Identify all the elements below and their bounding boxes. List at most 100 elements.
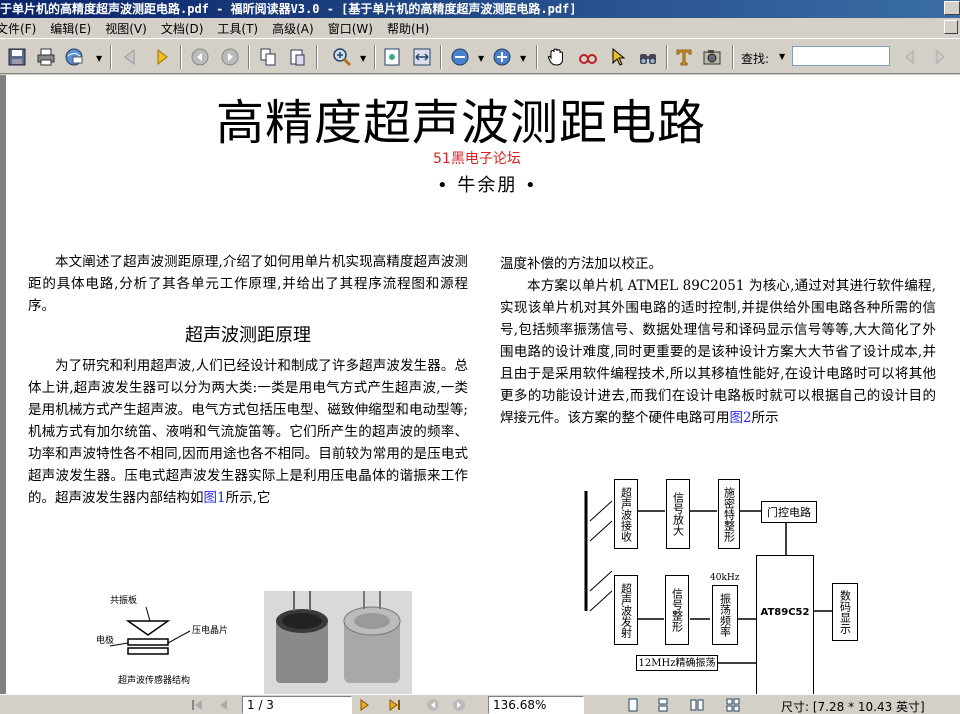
fig1-label-right: 压电晶片 <box>192 626 229 636</box>
figure1-link[interactable]: 图1 <box>204 490 226 506</box>
block-receiver: 超声波接收 <box>614 479 638 549</box>
last-page-icon[interactable] <box>386 697 404 713</box>
print-icon[interactable] <box>34 45 58 69</box>
fit-page-icon[interactable] <box>380 45 404 69</box>
facing-view-icon[interactable] <box>688 697 706 713</box>
select-text-icon[interactable] <box>576 45 600 69</box>
toolbar-divider <box>536 45 538 69</box>
block-crystal: 12MHz精确振荡 <box>636 655 718 671</box>
section-heading: 超声波测距原理 <box>185 325 311 346</box>
circuit-block-diagram: 超声波接收 信号放大 施密特整形 门控电路 超声波发射 信号整形 40kHz 振… <box>576 471 876 694</box>
scheme-text: 本方案以单片机 ATMEL 89C2051 为核心,通过对其进行软件编程,实现该… <box>500 278 936 426</box>
scheme-text-tail: 所示 <box>751 410 779 426</box>
search-label: 查找: <box>741 52 770 66</box>
menu-file[interactable]: 文件(F) <box>0 20 42 37</box>
zoom-level-field[interactable]: 136.68% <box>488 696 584 714</box>
chevron-down-icon[interactable]: ▼ <box>96 54 102 63</box>
block-schmitt: 施密特整形 <box>718 479 740 549</box>
single-page-view-icon[interactable] <box>624 697 642 713</box>
doc-minimize-button[interactable] <box>944 20 958 34</box>
prev-page-icon[interactable] <box>118 45 142 69</box>
chevron-down-icon[interactable]: ▼ <box>360 54 366 63</box>
menu-edit[interactable]: 编辑(E) <box>50 20 97 37</box>
document-viewport[interactable]: 高精度超声波测距电路 51黑电子论坛 • 牛余朋 • 本文阐述了超声波测距原理,… <box>0 75 960 694</box>
block-display: 数码显示 <box>832 583 858 641</box>
continuous-view-icon[interactable] <box>654 697 672 713</box>
chevron-down-icon[interactable]: ▼ <box>520 54 526 63</box>
fig1-caption: 超声波传感器结构 <box>118 676 191 686</box>
block-transmitter: 超声波发射 <box>614 575 638 645</box>
body-text: 为了研究和利用超声波,人们已经设计和制成了许多超声波发生器。总体上讲,超声波发生… <box>28 358 468 506</box>
prev-page-icon[interactable] <box>214 697 232 713</box>
history-back-icon[interactable] <box>424 697 442 713</box>
window-title: 基于单片机的高精度超声波测距电路.pdf - 福昕阅读器V3.0 - [基于单片… <box>0 2 577 16</box>
zoom-in-tool-icon[interactable] <box>330 45 354 69</box>
continuation-line: 温度补偿的方法加以校正。 <box>500 256 662 272</box>
zoom-out-icon[interactable] <box>448 45 472 69</box>
toolbar-divider <box>110 45 112 69</box>
block-gate: 门控电路 <box>761 501 817 523</box>
toolbar-divider <box>666 45 668 69</box>
toolbar-divider <box>732 45 734 69</box>
first-page-icon[interactable] <box>188 697 206 713</box>
paste-icon[interactable] <box>285 45 309 69</box>
typewriter-icon[interactable] <box>672 45 696 69</box>
continuous-facing-view-icon[interactable] <box>724 697 742 713</box>
window-controls <box>944 1 960 15</box>
body-text-tail: 所示,它 <box>225 490 271 506</box>
fig1-label-top: 共振板 <box>110 596 138 606</box>
document-subtitle: 51黑电子论坛 <box>433 151 521 167</box>
block-amplifier: 信号放大 <box>666 479 690 549</box>
body-paragraph: 为了研究和利用超声波,人们已经设计和制成了许多超声波发生器。总体上讲,超声波发生… <box>28 355 468 509</box>
email-icon[interactable] <box>62 45 86 69</box>
status-bar: 1 / 3 136.68% 尺寸: [7.28 * 10.43 英寸] <box>0 694 960 714</box>
figure2-link[interactable]: 图2 <box>730 410 752 426</box>
transducer-photo <box>264 591 412 694</box>
find-binoculars-icon[interactable] <box>636 45 660 69</box>
next-page-icon[interactable] <box>150 45 174 69</box>
minimize-button[interactable] <box>944 1 960 15</box>
toolbar-divider <box>316 45 318 69</box>
block-oscillator: 振荡频率 <box>712 585 738 645</box>
block-mcu: AT89C52 <box>756 555 814 694</box>
toolbar-divider <box>440 45 442 69</box>
abstract-paragraph: 本文阐述了超声波测距原理,介绍了如何用单片机实现高精度超声波测距的具体电路,分析… <box>28 254 468 314</box>
left-column: 本文阐述了超声波测距原理,介绍了如何用单片机实现高精度超声波测距的具体电路,分析… <box>28 251 468 509</box>
menu-bar: 文件(F) 编辑(E) 视图(V) 文档(D) 工具(T) 高级(A) 窗口(W… <box>0 18 960 38</box>
menu-view[interactable]: 视图(V) <box>105 20 153 37</box>
toolbar-divider <box>374 45 376 69</box>
menu-tools[interactable]: 工具(T) <box>217 20 264 37</box>
back-icon[interactable] <box>188 45 212 69</box>
pdf-page: 高精度超声波测距电路 51黑电子论坛 • 牛余朋 • 本文阐述了超声波测距原理,… <box>6 75 960 694</box>
find-next-icon[interactable] <box>928 45 952 69</box>
block-shaper: 信号整形 <box>665 575 689 645</box>
chevron-down-icon[interactable]: ▼ <box>478 54 484 63</box>
toolbar: ▼ ▼ ▼ ▼ 查找: ▼ <box>0 38 960 74</box>
toolbar-divider <box>180 45 182 69</box>
search-input[interactable] <box>792 46 890 66</box>
fit-width-icon[interactable] <box>410 45 434 69</box>
document-title: 高精度超声波测距电路 <box>216 95 707 151</box>
page-number-field[interactable]: 1 / 3 <box>242 696 352 714</box>
hand-tool-icon[interactable] <box>544 45 568 69</box>
snapshot-camera-icon[interactable] <box>700 45 724 69</box>
title-bar: 基于单片机的高精度超声波测距电路.pdf - 福昕阅读器V3.0 - [基于单片… <box>0 0 960 18</box>
document-author: • 牛余朋 • <box>437 175 538 196</box>
menu-document[interactable]: 文档(D) <box>161 20 210 37</box>
zoom-in-icon[interactable] <box>490 45 514 69</box>
find-prev-icon[interactable] <box>898 45 922 69</box>
next-page-icon[interactable] <box>356 697 374 713</box>
save-icon[interactable] <box>5 45 29 69</box>
chevron-down-icon[interactable]: ▼ <box>779 52 785 61</box>
copy-icon[interactable] <box>256 45 280 69</box>
right-column: 温度补偿的方法加以校正。 本方案以单片机 ATMEL 89C2051 为核心,通… <box>500 253 936 429</box>
page-size-readout: 尺寸: [7.28 * 10.43 英寸] <box>781 700 925 714</box>
menu-window[interactable]: 窗口(W) <box>328 20 379 37</box>
arrow-select-icon[interactable] <box>606 45 630 69</box>
history-forward-icon[interactable] <box>450 697 468 713</box>
menu-help[interactable]: 帮助(H) <box>387 20 435 37</box>
sensor-structure-figure: 共振板 电极 压电晶片 超声波传感器结构 <box>88 593 248 693</box>
forward-icon[interactable] <box>218 45 242 69</box>
fig1-label-left: 电极 <box>96 636 115 646</box>
menu-advanced[interactable]: 高级(A) <box>272 20 320 37</box>
